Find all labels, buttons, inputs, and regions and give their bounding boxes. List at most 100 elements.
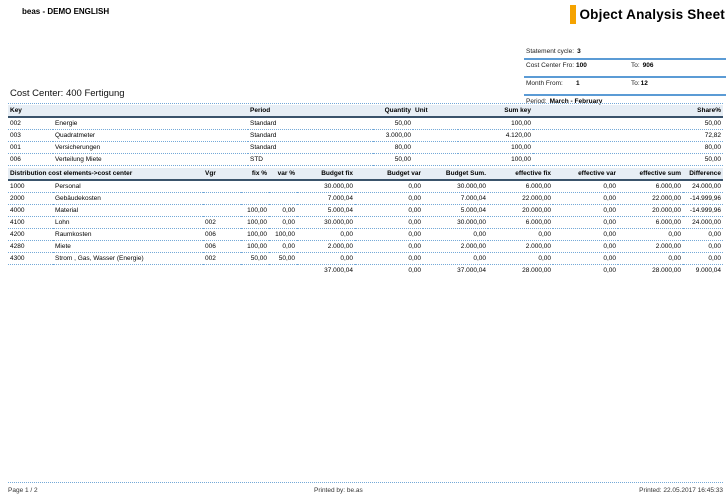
vgr-cell bbox=[203, 180, 241, 193]
table-row: 4000 Material 100,00 0,00 5.000,04 0,00 … bbox=[8, 205, 723, 217]
total-budget-fix: 37.000,04 bbox=[297, 265, 355, 277]
budget-fix-cell: 7.000,04 bbox=[297, 193, 355, 205]
var-pct-header: var % bbox=[269, 168, 297, 180]
distribution-table: Distribution cost elements->cost center … bbox=[8, 168, 723, 276]
vgr-cell bbox=[203, 205, 241, 217]
share-cell: 50,00 bbox=[533, 154, 723, 166]
effective-sum-cell: 6.000,00 bbox=[618, 180, 683, 193]
share-cell: 72,82 bbox=[533, 130, 723, 142]
page-indicator: Page 1 / 2 bbox=[8, 487, 38, 494]
fix-pct-cell: 100,00 bbox=[241, 229, 269, 241]
effective-fix-cell: 6.000,00 bbox=[488, 180, 553, 193]
effective-sum-cell: 0,00 bbox=[618, 229, 683, 241]
name-cell: Personal bbox=[53, 180, 203, 193]
effective-var-cell: 0,00 bbox=[553, 229, 618, 241]
budget-sum-cell: 5.000,04 bbox=[423, 205, 488, 217]
effective-fix-cell: 0,00 bbox=[488, 229, 553, 241]
account-cell: 4200 bbox=[8, 229, 53, 241]
distribution-section-header: Distribution cost elements->cost center bbox=[8, 168, 203, 180]
fix-pct-cell: 50,00 bbox=[241, 253, 269, 265]
name-cell: Raumkosten bbox=[53, 229, 203, 241]
difference-header: Difference bbox=[683, 168, 723, 180]
key-cell: 003 bbox=[8, 130, 53, 142]
fix-pct-cell: 100,00 bbox=[241, 217, 269, 229]
fix-pct-cell: 100,00 bbox=[241, 241, 269, 253]
table-row: 4200 Raumkosten 006 100,00 100,00 0,00 0… bbox=[8, 229, 723, 241]
report-title-block: Object Analysis Sheet bbox=[570, 5, 725, 24]
name-cell: Gebäudekosten bbox=[53, 193, 203, 205]
effective-var-cell: 0,00 bbox=[553, 217, 618, 229]
budget-var-cell: 0,00 bbox=[355, 205, 423, 217]
effective-var-cell: 0,00 bbox=[553, 180, 618, 193]
effective-sum-cell: 2.000,00 bbox=[618, 241, 683, 253]
budget-sum-cell: 30.000,00 bbox=[423, 217, 488, 229]
budget-sum-cell: 30.000,00 bbox=[423, 180, 488, 193]
key-header: Key bbox=[8, 105, 53, 117]
sum-key-cell: 100,00 bbox=[458, 142, 533, 154]
app-title: beas - DEMO ENGLISH bbox=[22, 7, 109, 16]
cost-center-range-row: Cost Center Fro: 100 To: 906 bbox=[524, 60, 726, 78]
budget-var-cell: 0,00 bbox=[355, 253, 423, 265]
difference-cell: 24.000,00 bbox=[683, 217, 723, 229]
name-cell: Strom , Gas, Wasser (Energie) bbox=[53, 253, 203, 265]
account-cell: 4100 bbox=[8, 217, 53, 229]
quantity-cell: 50,00 bbox=[373, 154, 413, 166]
period-header: Period bbox=[248, 105, 373, 117]
fix-pct-cell bbox=[241, 265, 269, 277]
total-effective-sum: 28.000,00 bbox=[618, 265, 683, 277]
budget-fix-header: Budget fix bbox=[297, 168, 355, 180]
cost-center-heading: Cost Center: 400 Fertigung bbox=[8, 88, 723, 99]
period-cell: STD bbox=[248, 154, 373, 166]
var-pct-cell: 0,00 bbox=[269, 217, 297, 229]
budget-fix-cell: 0,00 bbox=[297, 229, 355, 241]
budget-fix-cell: 5.000,04 bbox=[297, 205, 355, 217]
sum-key-cell: 100,00 bbox=[458, 117, 533, 130]
name-cell: Miete bbox=[53, 241, 203, 253]
table-row: 4100 Lohn 002 100,00 0,00 30.000,00 0,00… bbox=[8, 217, 723, 229]
difference-cell: 24.000,00 bbox=[683, 180, 723, 193]
name-cell: Quadratmeter bbox=[53, 130, 248, 142]
period-cell: Standard bbox=[248, 117, 373, 130]
name-cell: Versicherungen bbox=[53, 142, 248, 154]
var-pct-cell: 100,00 bbox=[269, 229, 297, 241]
vgr-header: Vgr bbox=[203, 168, 241, 180]
vgr-cell: 006 bbox=[203, 229, 241, 241]
difference-cell: 0,00 bbox=[683, 241, 723, 253]
table-row: 002 Energie Standard 50,00 100,00 50,00 bbox=[8, 117, 723, 130]
vgr-cell bbox=[203, 193, 241, 205]
total-difference: 9.000,04 bbox=[683, 265, 723, 277]
effective-sum-header: effective sum bbox=[618, 168, 683, 180]
table-row: 4280 Miete 006 100,00 0,00 2.000,00 0,00… bbox=[8, 241, 723, 253]
budget-sum-cell: 0,00 bbox=[423, 253, 488, 265]
sum-key-header: Sum key bbox=[458, 105, 533, 117]
key-cell: 006 bbox=[8, 154, 53, 166]
budget-sum-cell: 2.000,00 bbox=[423, 241, 488, 253]
var-pct-cell bbox=[269, 193, 297, 205]
month-to-value: 12 bbox=[641, 80, 648, 87]
printed-by: Printed by: be.as bbox=[314, 487, 363, 494]
budget-fix-cell: 30.000,00 bbox=[297, 217, 355, 229]
difference-cell: 0,00 bbox=[683, 253, 723, 265]
account-cell bbox=[8, 265, 53, 277]
difference-cell: -14.999,96 bbox=[683, 193, 723, 205]
printed-timestamp: Printed: 22.05.2017 16:45:33 bbox=[639, 487, 723, 494]
account-cell: 1000 bbox=[8, 180, 53, 193]
var-pct-cell bbox=[269, 265, 297, 277]
page-footer: Page 1 / 2 Printed by: be.as Printed: 22… bbox=[8, 482, 723, 494]
heading-separator bbox=[8, 103, 723, 104]
share-cell: 80,00 bbox=[533, 142, 723, 154]
effective-fix-cell: 6.000,00 bbox=[488, 217, 553, 229]
unit-cell bbox=[413, 130, 458, 142]
quantity-cell: 80,00 bbox=[373, 142, 413, 154]
name-header bbox=[53, 105, 248, 117]
total-budget-var: 0,00 bbox=[355, 265, 423, 277]
effective-sum-cell: 0,00 bbox=[618, 253, 683, 265]
name-cell: Lohn bbox=[53, 217, 203, 229]
table-row: 006 Verteilung Miete STD 50,00 100,00 50… bbox=[8, 154, 723, 166]
share-cell: 50,00 bbox=[533, 117, 723, 130]
key-cell: 002 bbox=[8, 117, 53, 130]
var-pct-cell: 50,00 bbox=[269, 253, 297, 265]
unit-cell bbox=[413, 117, 458, 130]
report-body: Cost Center: 400 Fertigung Key Period Qu… bbox=[8, 88, 723, 276]
vgr-cell bbox=[203, 265, 241, 277]
